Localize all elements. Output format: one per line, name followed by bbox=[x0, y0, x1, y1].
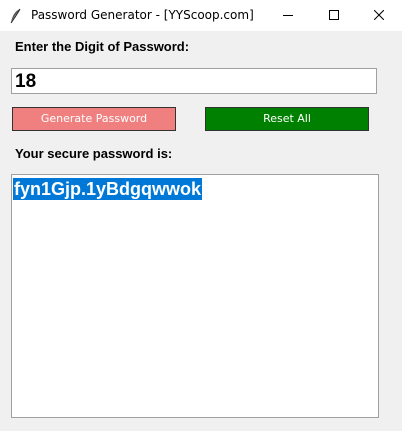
minimize-icon bbox=[283, 15, 293, 16]
window-title: Password Generator - [YYScoop.com] bbox=[31, 8, 254, 22]
feather-icon bbox=[9, 8, 23, 24]
generate-password-button[interactable]: Generate Password bbox=[12, 107, 176, 131]
title-bar[interactable]: Password Generator - [YYScoop.com] bbox=[0, 0, 402, 31]
close-icon bbox=[374, 10, 384, 20]
result-label: Your secure password is: bbox=[15, 146, 173, 161]
maximize-icon bbox=[329, 10, 339, 20]
password-output-box[interactable]: fyn1Gjp.1yBdgqwwok bbox=[11, 174, 379, 418]
app-window: Password Generator - [YYScoop.com] Enter… bbox=[0, 0, 402, 431]
digit-input[interactable]: 18 bbox=[11, 68, 377, 94]
minimize-button[interactable] bbox=[265, 0, 311, 31]
password-output-text[interactable]: fyn1Gjp.1yBdgqwwok bbox=[13, 178, 203, 200]
maximize-button[interactable] bbox=[311, 0, 357, 31]
digit-input-value: 18 bbox=[15, 71, 37, 92]
close-button[interactable] bbox=[356, 0, 402, 31]
reset-all-button[interactable]: Reset All bbox=[205, 107, 369, 131]
digit-prompt-label: Enter the Digit of Password: bbox=[15, 39, 190, 54]
